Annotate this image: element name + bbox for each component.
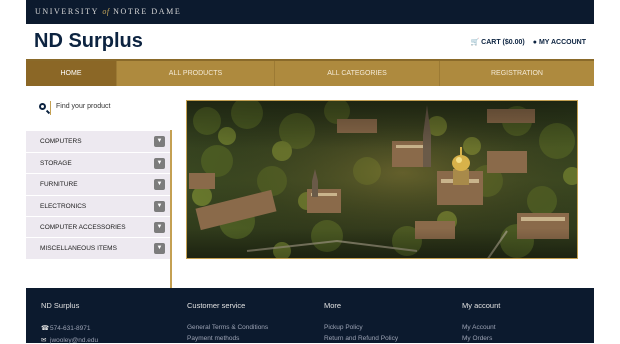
university-wordmark[interactable]: UNIVERSITY of NOTRE DAME — [35, 7, 181, 16]
campus-aerial-banner — [186, 100, 578, 259]
footer-title: My account — [462, 301, 501, 310]
site-title[interactable]: ND Surplus — [34, 30, 143, 53]
category-computers[interactable]: COMPUTERS ▼ — [26, 130, 170, 152]
footer-link-my-orders[interactable]: My Orders — [462, 335, 500, 342]
chevron-down-icon[interactable]: ▼ — [154, 158, 165, 169]
category-furniture[interactable]: FURNITURE ▼ — [26, 173, 170, 195]
footer-phone[interactable]: ☎574-631-8971 — [41, 324, 98, 332]
category-computer-accessories[interactable]: COMPUTER ACCESSORIES ▼ — [26, 216, 170, 238]
category-label: COMPUTERS — [40, 138, 82, 145]
nav-home[interactable]: HOME — [26, 61, 117, 86]
category-label: MISCELLANEOUS ITEMS — [40, 245, 117, 252]
chevron-down-icon[interactable]: ▼ — [154, 243, 165, 254]
category-miscellaneous-items[interactable]: MISCELLANEOUS ITEMS ▼ — [26, 237, 170, 259]
main-nav: HOME ALL PRODUCTS ALL CATEGORIES REGISTR… — [26, 59, 594, 86]
phone-icon: ☎ — [41, 325, 50, 332]
category-electronics[interactable]: ELECTRONICS ▼ — [26, 195, 170, 217]
footer-title: More — [324, 301, 342, 310]
site-header: ND Surplus 🛒 CART ($0.00) ● MY ACCOUNT — [26, 24, 594, 60]
page: UNIVERSITY of NOTRE DAME ND Surplus 🛒 CAR… — [26, 0, 594, 344]
nav-all-products[interactable]: ALL PRODUCTS — [117, 61, 275, 86]
footer-col-my-account: My account My Account My Orders — [462, 301, 500, 342]
search-divider — [50, 101, 51, 115]
header-links: 🛒 CART ($0.00) ● MY ACCOUNT — [464, 38, 586, 46]
chevron-down-icon[interactable]: ▼ — [154, 222, 165, 233]
product-search[interactable]: Find your product — [26, 86, 172, 130]
footer-title: ND Surplus — [41, 301, 80, 310]
cart-icon: 🛒 — [470, 39, 480, 46]
site-footer: ND Surplus ☎574-631-8971 ✉ jwooley@nd.edu… — [26, 288, 594, 344]
nav-registration[interactable]: REGISTRATION — [440, 61, 594, 86]
footer-title: Customer service — [187, 301, 246, 310]
footer-link-my-account[interactable]: My Account — [462, 324, 500, 331]
chevron-down-icon[interactable]: ▼ — [154, 179, 165, 190]
category-label: ELECTRONICS — [40, 203, 87, 210]
my-account-link[interactable]: ● MY ACCOUNT — [533, 39, 586, 46]
search-icon[interactable] — [39, 103, 46, 110]
footer-link-pickup-policy[interactable]: Pickup Policy — [324, 324, 398, 331]
footer-col-nd-surplus: ND Surplus ☎574-631-8971 ✉ jwooley@nd.edu — [41, 301, 98, 344]
main-content — [172, 86, 594, 288]
university-top-bar: UNIVERSITY of NOTRE DAME — [26, 0, 594, 24]
chevron-down-icon[interactable]: ▼ — [154, 201, 165, 212]
sidebar-spacer — [26, 260, 170, 288]
chevron-down-icon[interactable]: ▼ — [154, 136, 165, 147]
footer-col-more: More Pickup Policy Return and Refund Pol… — [324, 301, 398, 342]
sidebar: Find your product COMPUTERS ▼ STORAGE ▼ … — [26, 86, 172, 288]
nav-all-categories[interactable]: ALL CATEGORIES — [275, 61, 440, 86]
cart-link[interactable]: 🛒 CART ($0.00) — [470, 39, 524, 46]
category-label: STORAGE — [40, 160, 72, 167]
footer-link-payment-methods[interactable]: Payment methods — [187, 335, 268, 342]
footer-link-terms[interactable]: General Terms & Conditions — [187, 324, 268, 331]
footer-col-customer-service: Customer service General Terms & Conditi… — [187, 301, 268, 342]
category-label: FURNITURE — [40, 181, 78, 188]
user-icon: ● — [532, 39, 537, 46]
footer-link-return-policy[interactable]: Return and Refund Policy — [324, 335, 398, 342]
category-storage[interactable]: STORAGE ▼ — [26, 152, 170, 174]
category-label: COMPUTER ACCESSORIES — [40, 224, 126, 231]
campus-aerial-image — [187, 101, 577, 258]
search-input[interactable]: Find your product — [56, 103, 110, 110]
